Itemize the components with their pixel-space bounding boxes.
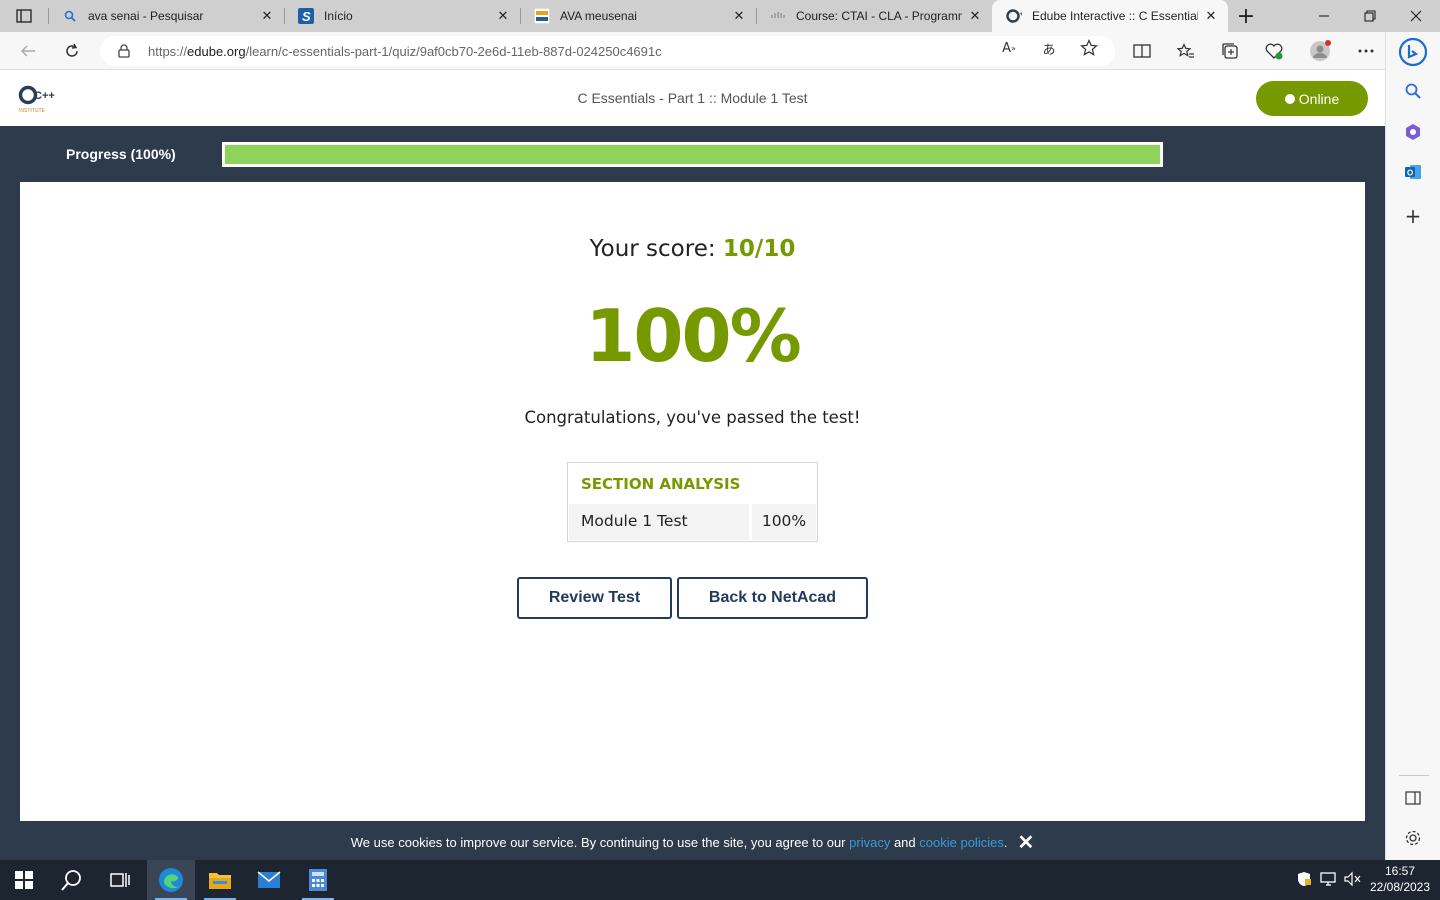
progress-bar xyxy=(222,142,1163,167)
back-icon[interactable] xyxy=(14,38,42,64)
favorites-icon[interactable] xyxy=(1172,38,1200,64)
svg-text:++: ++ xyxy=(1016,12,1022,18)
quiz-area: Progress (100%) Your score: 10/10 100% C… xyxy=(0,126,1385,860)
tab-title: Edube Interactive :: C Essentials xyxy=(1032,9,1198,23)
volume-muted-icon[interactable] xyxy=(1343,870,1361,888)
tab-ava-meusenai[interactable]: AVA meusenai ✕ xyxy=(520,0,756,32)
url-text[interactable]: https://edube.org/learn/c-essentials-par… xyxy=(148,44,662,59)
collections-icon[interactable] xyxy=(1216,38,1244,64)
tab-inicio[interactable]: S Início ✕ xyxy=(284,0,520,32)
section-analysis-table: SECTION ANALYSIS Module 1 Test 100% xyxy=(567,462,818,542)
svg-text:S: S xyxy=(302,9,311,24)
progress-label: Progress (100%) xyxy=(66,146,176,162)
cookie-policies-link[interactable]: cookie policies xyxy=(919,835,1004,850)
lock-icon[interactable] xyxy=(118,44,132,58)
online-label: Online xyxy=(1298,90,1340,107)
restore-icon[interactable] xyxy=(1347,0,1393,32)
shopping-icon[interactable] xyxy=(1400,119,1426,145)
cookie-banner: We use cookies to improve our service. B… xyxy=(20,821,1365,860)
translate-icon[interactable]: あ xyxy=(1039,39,1059,58)
score-value: 10/10 xyxy=(722,236,796,262)
new-tab-icon[interactable]: + xyxy=(1232,0,1260,32)
svg-text:O: O xyxy=(1407,169,1413,178)
close-tab-icon[interactable]: ✕ xyxy=(732,9,746,24)
section-score-cell: 100% xyxy=(752,504,816,540)
pass-message: Congratulations, you've passed the test! xyxy=(524,408,861,427)
clock-date: 22/08/2023 xyxy=(1369,880,1431,894)
score-line: Your score: 10/10 xyxy=(20,236,1365,262)
task-view-icon[interactable] xyxy=(96,860,144,900)
meusenai-logo-icon xyxy=(534,8,550,24)
cookie-text: We use cookies to improve our service. B… xyxy=(350,835,846,850)
sidebar-settings-gear-icon[interactable] xyxy=(1400,825,1426,851)
result-card: Your score: 10/10 100% Congratulations, … xyxy=(20,182,1365,822)
tab-title: ava senai - Pesquisar xyxy=(88,9,204,23)
profile-avatar[interactable] xyxy=(1306,38,1334,64)
windows-taskbar: 16:57 22/08/2023 xyxy=(0,860,1440,900)
section-name-cell: Module 1 Test xyxy=(569,504,749,540)
review-test-button[interactable]: Review Test xyxy=(517,577,672,619)
svg-text:INSTITUTE: INSTITUTE xyxy=(19,108,45,114)
refresh-icon[interactable] xyxy=(58,38,86,64)
security-shield-icon[interactable] xyxy=(1295,870,1313,888)
bing-chat-icon[interactable] xyxy=(1397,36,1429,68)
tab-search[interactable]: ava senai - Pesquisar ✕ xyxy=(48,0,284,32)
score-label: Your score: xyxy=(589,236,716,262)
taskbar-search-icon[interactable] xyxy=(48,860,96,900)
search-icon[interactable] xyxy=(1400,78,1426,104)
file-explorer-icon[interactable] xyxy=(196,860,244,900)
sidebar-divider xyxy=(1399,775,1429,776)
outlook-icon[interactable]: O xyxy=(1400,159,1426,185)
cookie-close-icon[interactable]: ✕ xyxy=(1017,830,1034,855)
cisco-logo-icon xyxy=(770,8,786,24)
tab-title: Course: CTAI - CLA - Programmi xyxy=(796,9,962,23)
browser-toolbar: https://edube.org/learn/c-essentials-par… xyxy=(0,32,1385,70)
privacy-link[interactable]: privacy xyxy=(849,835,890,850)
tab-title: AVA meusenai xyxy=(560,9,637,23)
page-title: C Essentials - Part 1 :: Module 1 Test xyxy=(577,90,808,106)
add-sidebar-app-icon[interactable]: + xyxy=(1400,203,1426,229)
minimize-icon[interactable] xyxy=(1301,0,1347,32)
s-logo-icon: S xyxy=(298,8,314,24)
mail-icon[interactable] xyxy=(245,860,293,900)
windows-start-icon[interactable] xyxy=(0,860,48,900)
tab-strip: ava senai - Pesquisar ✕ S Início ✕ AVA m… xyxy=(0,0,1440,32)
close-tab-icon[interactable]: ✕ xyxy=(496,9,510,24)
cookie-and-text: and xyxy=(893,835,916,850)
online-status-button[interactable]: Online xyxy=(1256,81,1368,116)
close-tab-icon[interactable]: ✕ xyxy=(968,9,982,24)
close-window-icon[interactable] xyxy=(1393,0,1439,32)
cookie-period: . xyxy=(1003,835,1008,850)
score-percent: 100% xyxy=(585,294,801,378)
tab-edube-active[interactable]: ++ Edube Interactive :: C Essentials ✕ xyxy=(992,0,1228,32)
online-dot-icon xyxy=(1284,93,1295,104)
progress-bar-fill xyxy=(225,145,1160,164)
network-icon[interactable] xyxy=(1320,870,1338,888)
read-aloud-icon[interactable]: A» xyxy=(999,39,1019,57)
clock-time: 16:57 xyxy=(1384,864,1416,878)
cpp-institute-icon: ++ xyxy=(1006,8,1022,24)
close-tab-icon[interactable]: ✕ xyxy=(260,9,274,24)
tab-title: Início xyxy=(324,9,353,23)
back-to-netacad-button[interactable]: Back to NetAcad xyxy=(677,577,868,619)
section-analysis-heading: SECTION ANALYSIS xyxy=(581,475,741,493)
browser-essentials-icon[interactable] xyxy=(1260,38,1288,64)
calculator-icon[interactable] xyxy=(294,860,342,900)
taskbar-edge-icon[interactable] xyxy=(147,860,195,900)
tab-actions-menu-icon[interactable] xyxy=(8,0,40,32)
favorite-star-icon[interactable] xyxy=(1079,39,1099,57)
tab-course-ctai[interactable]: Course: CTAI - CLA - Programmi ✕ xyxy=(756,0,992,32)
close-tab-icon[interactable]: ✕ xyxy=(1204,9,1218,24)
hide-sidebar-icon[interactable] xyxy=(1400,785,1426,811)
more-options-icon[interactable] xyxy=(1352,38,1380,64)
split-screen-icon[interactable] xyxy=(1128,38,1156,64)
search-icon xyxy=(62,8,78,24)
system-clock[interactable]: 16:57 22/08/2023 xyxy=(1364,863,1436,895)
edge-sidebar: O + xyxy=(1385,32,1440,860)
site-header: C++ INSTITUTE C Essentials - Part 1 :: M… xyxy=(0,70,1385,126)
address-bar[interactable]: https://edube.org/learn/c-essentials-par… xyxy=(100,36,1115,66)
